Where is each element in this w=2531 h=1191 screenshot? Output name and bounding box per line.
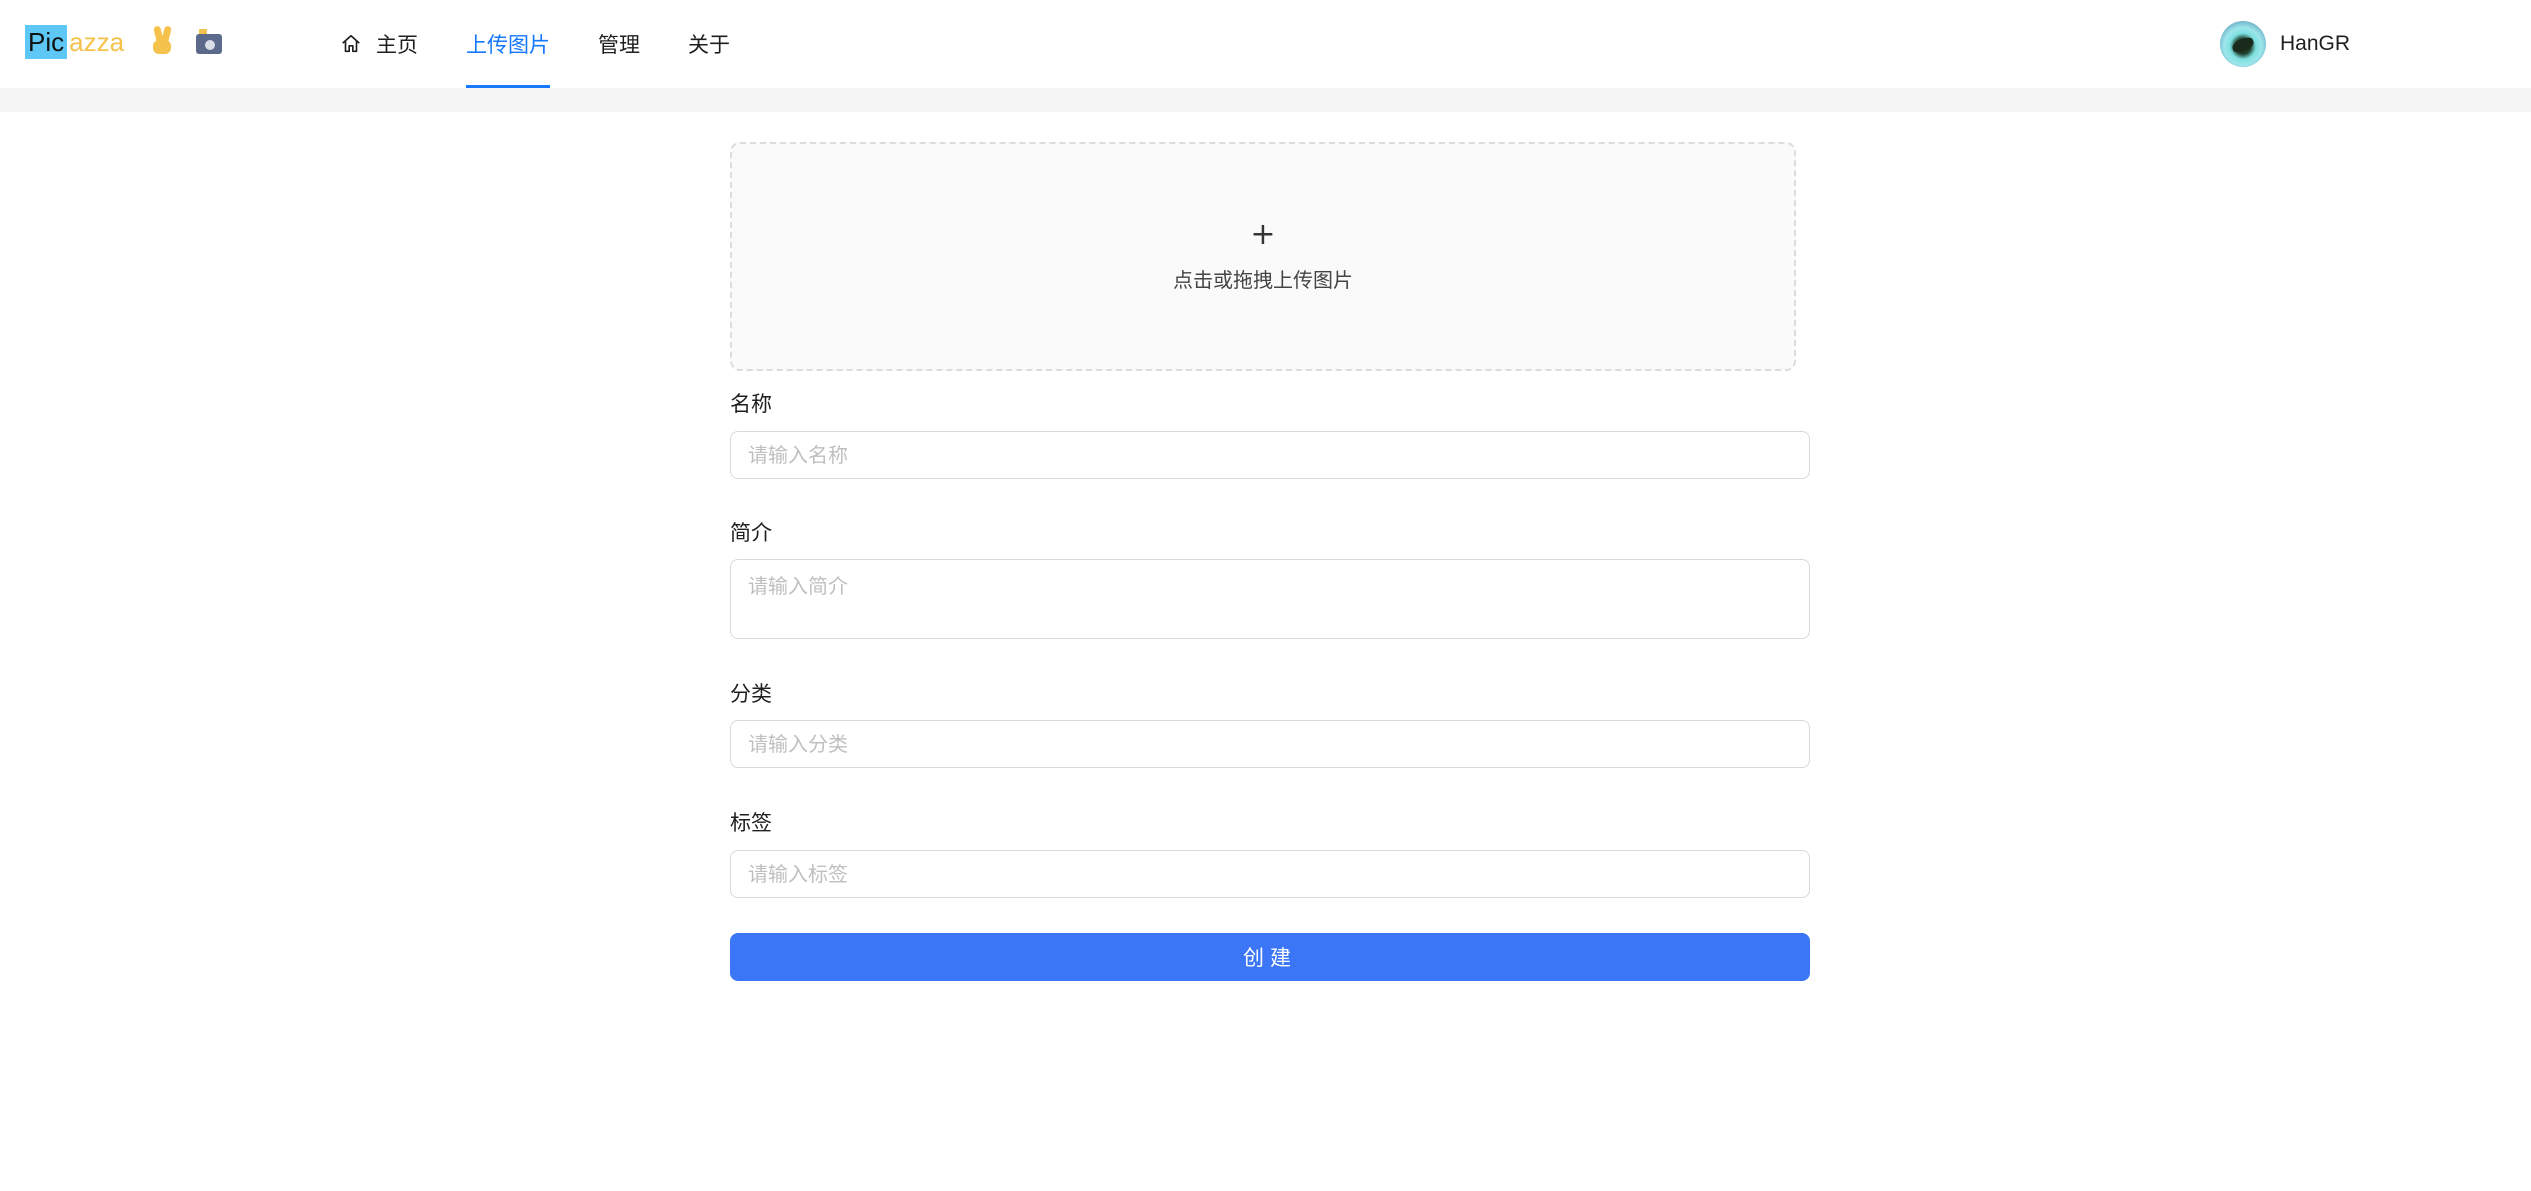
logo-text-pic: Pic [25,25,68,59]
main-nav: 主页 上传图片 管理 关于 [340,0,778,88]
intro-textarea[interactable] [730,559,1810,639]
peace-hand-icon [150,25,174,64]
nav-item-about-label: 关于 [688,33,730,57]
name-label: 名称 [730,392,772,416]
nav-item-about[interactable]: 关于 [688,0,730,88]
intro-label: 简介 [730,521,772,545]
user-menu[interactable]: HanGR [2220,20,2350,68]
upload-hint: 点击或拖拽上传图片 [1173,268,1353,292]
username: HanGR [2280,32,2351,55]
top-header: Pic azza 主页 上传图片 管理 关于 HanGR [0,0,2531,88]
name-input[interactable] [730,431,1810,479]
nav-item-home-label: 主页 [376,33,418,57]
nav-item-manage[interactable]: 管理 [598,0,640,88]
nav-item-upload[interactable]: 上传图片 [466,0,550,88]
header-divider-band [0,88,2531,112]
create-button[interactable]: 创建 [730,933,1810,981]
upload-dropzone[interactable]: + 点击或拖拽上传图片 [730,142,1796,371]
avatar[interactable] [2220,21,2266,67]
home-icon [342,34,360,53]
nav-item-home[interactable]: 主页 [340,0,418,88]
tags-input[interactable] [730,850,1810,898]
camera-icon [196,26,222,62]
nav-item-upload-label: 上传图片 [466,33,550,57]
plus-icon: + [1250,217,1276,252]
tags-label: 标签 [730,811,772,835]
logo-text-azza: azza [69,27,125,57]
category-input[interactable] [730,720,1810,768]
app-logo[interactable]: Pic azza [25,25,124,59]
category-label: 分类 [730,682,772,706]
nav-item-manage-label: 管理 [598,33,640,57]
